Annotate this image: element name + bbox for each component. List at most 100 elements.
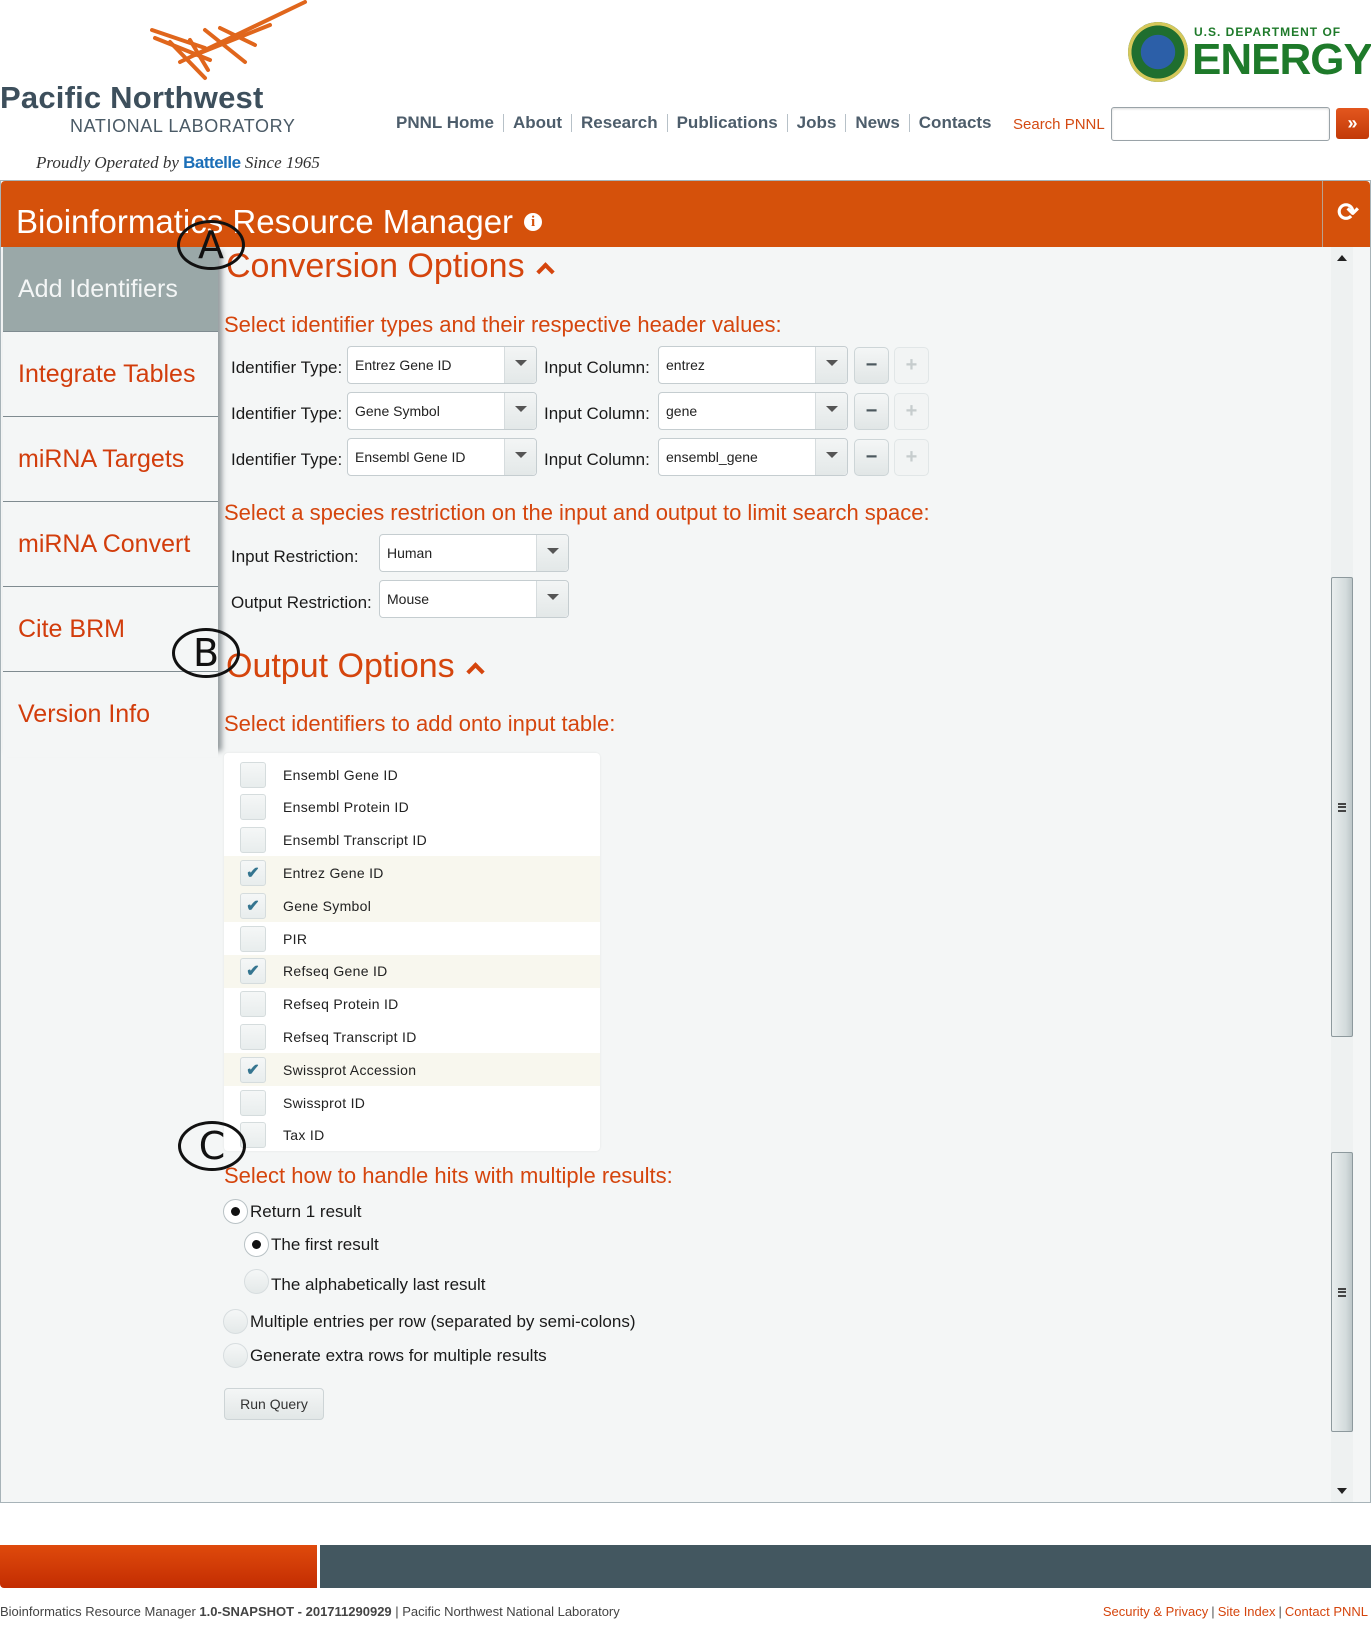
checkbox-checked[interactable]: ✔: [240, 958, 266, 985]
dropdown-arrow-icon[interactable]: [504, 393, 536, 429]
nav-news[interactable]: News: [845, 114, 908, 132]
checkbox[interactable]: [240, 1089, 266, 1116]
vertical-scrollbar[interactable]: [1331, 247, 1353, 1502]
radio-button[interactable]: [223, 1199, 248, 1224]
input-column-select[interactable]: ensembl_gene: [658, 438, 848, 476]
footer-version: 1.0-SNAPSHOT - 201711290929: [199, 1604, 392, 1619]
add-row-button[interactable]: +: [894, 347, 929, 384]
info-icon[interactable]: i: [524, 213, 543, 231]
nav-pnnl-home[interactable]: PNNL Home: [385, 114, 503, 132]
footer-link-site-index[interactable]: Site Index: [1218, 1604, 1276, 1619]
radio-return-one[interactable]: Return 1 result: [223, 1199, 362, 1224]
sidebar-item-mirna-convert[interactable]: miRNA Convert: [3, 502, 218, 587]
dropdown-arrow-icon[interactable]: [504, 439, 536, 475]
input-restriction-select[interactable]: Human: [379, 534, 569, 572]
remove-row-button[interactable]: −: [854, 439, 889, 476]
identifier-type-select[interactable]: Entrez Gene ID: [347, 346, 537, 384]
output-options-title: Output Options: [226, 647, 455, 685]
scrollbar-thumb[interactable]: [1331, 1152, 1353, 1432]
identifier-type-value: Gene Symbol: [355, 403, 440, 419]
pnnl-logo[interactable]: Pacific Northwest NATIONAL LABORATORY Pr…: [0, 0, 360, 175]
identifier-option[interactable]: Tax ID: [224, 1119, 600, 1152]
nav-contacts[interactable]: Contacts: [908, 114, 1001, 132]
annotation-marker-c: C: [178, 1121, 246, 1171]
checkbox-checked[interactable]: ✔: [240, 1056, 266, 1083]
dropdown-arrow-icon[interactable]: [815, 347, 847, 383]
footer-link-security-privacy[interactable]: Security & Privacy: [1103, 1604, 1208, 1619]
nav-publications[interactable]: Publications: [666, 114, 787, 132]
radio-label: The first result: [271, 1234, 379, 1254]
dropdown-arrow-icon[interactable]: [815, 439, 847, 475]
nav-research[interactable]: Research: [571, 114, 667, 132]
identifier-option[interactable]: Swissprot ID: [224, 1086, 600, 1119]
footer-link-contact-pnnl[interactable]: Contact PNNL: [1285, 1604, 1368, 1619]
radio-alphabetically-last[interactable]: The alphabetically last result: [244, 1267, 486, 1295]
conversion-options-header[interactable]: Conversion Options: [226, 247, 555, 286]
output-options-header[interactable]: Output Options: [226, 647, 485, 686]
scroll-up-arrow-icon[interactable]: [1331, 247, 1353, 269]
radio-button[interactable]: [244, 1268, 269, 1294]
radio-multiple-entries[interactable]: Multiple entries per row (separated by s…: [223, 1309, 636, 1334]
species-restriction-prompt: Select a species restriction on the inpu…: [224, 500, 930, 525]
checkmark-icon: ✔: [246, 897, 260, 915]
checkbox[interactable]: [240, 925, 266, 952]
input-column-select[interactable]: entrez: [658, 346, 848, 384]
search-go-button[interactable]: »: [1336, 108, 1369, 139]
nav-jobs[interactable]: Jobs: [786, 114, 846, 132]
input-column-select[interactable]: gene: [658, 392, 848, 430]
identifier-option[interactable]: ✔ Swissprot Accession: [224, 1053, 600, 1087]
radio-button[interactable]: [244, 1232, 269, 1257]
checkbox[interactable]: [240, 1023, 266, 1050]
dropdown-arrow-icon[interactable]: [536, 581, 568, 617]
output-restriction-select[interactable]: Mouse: [379, 580, 569, 618]
battelle-brand: Battelle: [183, 153, 241, 172]
sidebar-item-mirna-targets[interactable]: miRNA Targets: [3, 417, 218, 502]
radio-extra-rows[interactable]: Generate extra rows for multiple results: [223, 1343, 547, 1368]
scrollbar-thumb[interactable]: [1331, 577, 1353, 1037]
remove-row-button[interactable]: −: [854, 393, 889, 430]
identifier-option[interactable]: Ensembl Transcript ID: [224, 824, 600, 857]
refresh-icon[interactable]: ⟳: [1331, 195, 1365, 229]
identifier-option[interactable]: ✔ Entrez Gene ID: [224, 856, 600, 890]
search-input[interactable]: [1111, 107, 1330, 141]
checkbox[interactable]: [240, 827, 266, 854]
identifier-type-value: Ensembl Gene ID: [355, 449, 466, 465]
checkmark-icon: ✔: [246, 1061, 260, 1079]
radio-button[interactable]: [223, 1343, 248, 1368]
checkbox-checked[interactable]: ✔: [240, 892, 266, 919]
identifier-types-prompt: Select identifier types and their respec…: [224, 312, 782, 337]
identifier-option[interactable]: Ensembl Gene ID: [224, 758, 600, 791]
identifier-option-label: Ensembl Gene ID: [283, 766, 398, 783]
add-row-button[interactable]: +: [894, 439, 929, 476]
dropdown-arrow-icon[interactable]: [504, 347, 536, 383]
identifier-option-label: Swissprot ID: [283, 1094, 366, 1111]
identifier-option-label: Ensembl Transcript ID: [283, 832, 428, 849]
radio-first-result[interactable]: The first result: [244, 1232, 379, 1257]
remove-row-button[interactable]: −: [854, 347, 889, 384]
identifier-type-select[interactable]: Ensembl Gene ID: [347, 438, 537, 476]
sidebar-item-version-info[interactable]: Version Info: [3, 672, 218, 757]
sidebar-item-integrate-tables[interactable]: Integrate Tables: [3, 332, 218, 417]
identifier-option[interactable]: ✔ Refseq Gene ID: [224, 954, 600, 988]
pnnl-logo-mark-icon: [150, 0, 307, 80]
checkbox-checked[interactable]: ✔: [240, 859, 266, 886]
checkbox[interactable]: [240, 991, 266, 1018]
run-query-button[interactable]: Run Query: [224, 1388, 324, 1420]
add-row-button[interactable]: +: [894, 393, 929, 430]
dropdown-arrow-icon[interactable]: [815, 393, 847, 429]
radio-button[interactable]: [223, 1309, 248, 1334]
doe-logo[interactable]: U.S. DEPARTMENT OF ENERGY: [1128, 20, 1371, 84]
input-column-value: ensembl_gene: [666, 449, 758, 465]
checkbox[interactable]: [240, 794, 266, 821]
nav-about[interactable]: About: [502, 114, 571, 132]
scroll-down-arrow-icon[interactable]: [1331, 1480, 1353, 1502]
identifier-type-select[interactable]: Gene Symbol: [347, 392, 537, 430]
identifier-option[interactable]: PIR: [224, 922, 600, 955]
identifier-option[interactable]: Refseq Transcript ID: [224, 1020, 600, 1053]
identifier-option[interactable]: Refseq Protein ID: [224, 988, 600, 1021]
checkbox[interactable]: [240, 761, 266, 788]
identifier-option-label: Entrez Gene ID: [283, 864, 384, 881]
dropdown-arrow-icon[interactable]: [536, 535, 568, 571]
identifier-option[interactable]: Ensembl Protein ID: [224, 791, 600, 824]
identifier-option[interactable]: ✔ Gene Symbol: [224, 889, 600, 923]
